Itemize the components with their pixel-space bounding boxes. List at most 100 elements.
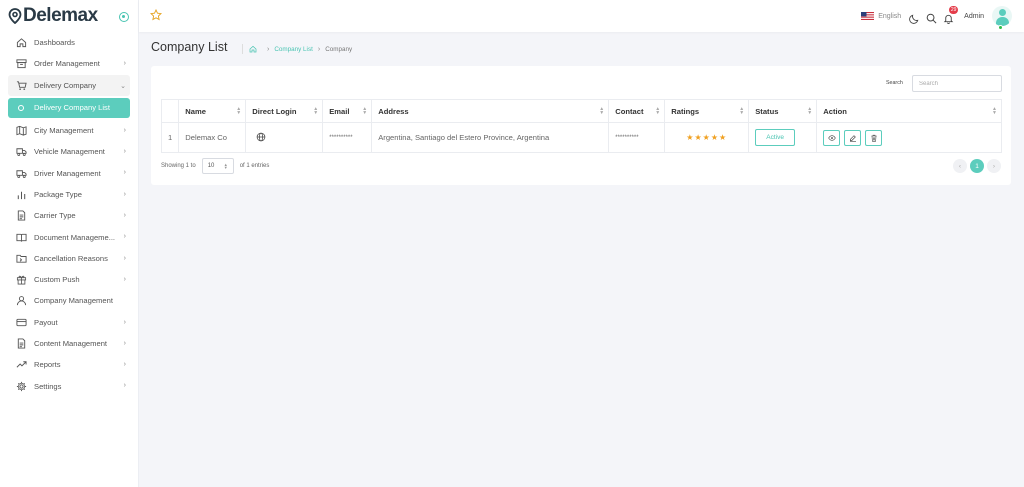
showing-prefix: Showing 1 to bbox=[161, 163, 196, 169]
column-header-label: Contact bbox=[615, 106, 644, 116]
sidebar-item-document-management[interactable]: Document Manageme... › bbox=[0, 226, 138, 247]
page-length-value: 10 bbox=[207, 163, 215, 169]
breadcrumb-separator: › bbox=[267, 45, 270, 53]
chevron-right-icon: › bbox=[123, 169, 126, 177]
sidebar-item-delivery-company[interactable]: Delivery Company ⌄ bbox=[8, 74, 130, 96]
sidebar-item-label: Payout bbox=[34, 317, 58, 327]
cart-icon bbox=[16, 80, 27, 91]
column-header-action[interactable]: Action ▲ ▼ bbox=[816, 99, 1002, 123]
column-header-address[interactable]: Address ▲ ▼ bbox=[371, 99, 610, 123]
sidebar-item-content-management[interactable]: Content Management › bbox=[0, 333, 138, 354]
brand-logo[interactable]: Delemax bbox=[8, 5, 98, 27]
chevron-right-icon: › bbox=[123, 212, 126, 220]
view-button[interactable] bbox=[823, 129, 841, 146]
document-icon bbox=[16, 338, 27, 349]
cell-ratings: ★★★★★ bbox=[664, 122, 750, 153]
sort-icon: ▲ ▼ bbox=[362, 106, 368, 116]
page-title: Company List bbox=[151, 40, 228, 54]
sidebar-item-dashboards[interactable]: Dashboards bbox=[0, 32, 138, 53]
avatar[interactable] bbox=[992, 6, 1012, 26]
chevron-right-icon: › bbox=[123, 339, 126, 347]
card-icon bbox=[16, 317, 27, 328]
edit-icon bbox=[849, 134, 856, 142]
delete-button[interactable] bbox=[865, 129, 883, 146]
sidebar-item-reports[interactable]: Reports › bbox=[0, 354, 138, 375]
breadcrumb-separator: › bbox=[317, 45, 321, 53]
column-header-ratings[interactable]: Ratings ▲ ▼ bbox=[664, 99, 750, 123]
rating-stars: ★★★★★ bbox=[686, 133, 728, 142]
sidebar-item-cancellation-reasons[interactable]: Cancellation Reasons › bbox=[0, 248, 138, 269]
table-header-row: Name ▲ ▼ Direct Login ▲ ▼ Email ▲ ▼ Address ▲ ▼ … bbox=[160, 99, 1002, 123]
search-input[interactable] bbox=[912, 75, 1002, 92]
user-icon bbox=[16, 295, 27, 306]
sidebar-toggle-button[interactable] bbox=[119, 12, 129, 22]
sidebar-item-carrier-type[interactable]: Carrier Type › bbox=[0, 205, 138, 226]
sidebar-item-vehicle-management[interactable]: Vehicle Management › bbox=[0, 141, 138, 162]
truck-icon bbox=[16, 146, 27, 157]
cell-email: ********** bbox=[322, 122, 373, 153]
column-header-status[interactable]: Status ▲ ▼ bbox=[748, 99, 818, 123]
column-header-name[interactable]: Name ▲ ▼ bbox=[178, 99, 247, 123]
sort-icon: ▲ ▼ bbox=[992, 106, 997, 116]
cell-address: Argentina, Santiago del Estero Province,… bbox=[371, 122, 610, 153]
truck-icon bbox=[16, 168, 27, 179]
sort-icon: ▲ ▼ bbox=[599, 106, 605, 116]
chevron-right-icon: › bbox=[123, 275, 126, 283]
language-selector[interactable]: English bbox=[878, 13, 901, 20]
sidebar-item-driver-management[interactable]: Driver Management › bbox=[0, 162, 138, 183]
column-header-label: Email bbox=[329, 106, 350, 116]
globe-icon[interactable] bbox=[256, 132, 266, 142]
next-page-button[interactable]: › bbox=[987, 159, 1001, 173]
showing-suffix: of 1 entries bbox=[239, 163, 270, 169]
chevron-right-icon: › bbox=[123, 126, 126, 134]
column-header-label: Status bbox=[755, 106, 779, 116]
column-header-email[interactable]: Email ▲ ▼ bbox=[322, 99, 373, 123]
chevron-right-icon: › bbox=[992, 162, 996, 170]
sidebar-item-package-type[interactable]: Package Type › bbox=[0, 184, 138, 205]
sidebar-item-label: Content Management bbox=[34, 339, 108, 348]
location-pin-icon bbox=[8, 8, 22, 24]
chevron-right-icon: › bbox=[123, 254, 126, 262]
star-icon[interactable] bbox=[150, 9, 162, 21]
status-badge[interactable]: Active bbox=[755, 129, 795, 146]
column-header-direct-login[interactable]: Direct Login ▲ ▼ bbox=[245, 99, 324, 123]
column-header-contact[interactable]: Contact ▲ ▼ bbox=[608, 99, 666, 123]
sidebar-item-label: Settings bbox=[34, 381, 62, 391]
chevron-right-icon: › bbox=[123, 190, 126, 198]
sidebar-item-label: City Management bbox=[34, 126, 94, 136]
table-footer-info: Showing 1 to 10 ▲ ▼ of 1 entries bbox=[161, 158, 269, 174]
page-length-select[interactable]: 10 ▲ ▼ bbox=[201, 158, 234, 174]
pagination: ‹ 1 › bbox=[950, 159, 1001, 173]
user-name[interactable]: Admin bbox=[964, 13, 984, 20]
chart-icon bbox=[16, 189, 27, 200]
archive-icon bbox=[16, 58, 27, 69]
sort-icon: ▲ ▼ bbox=[236, 106, 242, 116]
sidebar-item-settings[interactable]: Settings › bbox=[0, 375, 138, 396]
chevron-right-icon: › bbox=[123, 60, 126, 68]
sidebar-item-payout[interactable]: Payout › bbox=[0, 312, 138, 333]
bell-icon[interactable]: 29 bbox=[943, 5, 959, 24]
sidebar-item-company-management[interactable]: Company Management bbox=[0, 290, 138, 311]
breadcrumb-link[interactable]: Company List bbox=[274, 46, 313, 53]
edit-button[interactable] bbox=[844, 129, 862, 146]
page-button-current[interactable]: 1 bbox=[970, 159, 984, 173]
sidebar-item-label: Reports bbox=[34, 360, 61, 370]
column-header-label: Direct Login bbox=[252, 106, 297, 116]
header-actions: English 29 Admin bbox=[861, 5, 1012, 30]
sidebar-item-delivery-company-list[interactable]: Delivery Company List bbox=[8, 97, 130, 118]
sidebar-item-label: Order Management bbox=[34, 59, 100, 69]
gift-icon bbox=[16, 274, 27, 285]
cell-direct-login bbox=[245, 122, 324, 153]
prev-page-button[interactable]: ‹ bbox=[953, 159, 967, 173]
sidebar-item-label: Company Management bbox=[34, 296, 113, 306]
sidebar-item-city-management[interactable]: City Management › bbox=[0, 120, 138, 141]
search-icon[interactable] bbox=[926, 11, 937, 23]
company-list-card: Search Name ▲▼ Direct Login ▲▼ Email ▲▼ Add… bbox=[151, 66, 1011, 185]
sidebar-item-custom-push[interactable]: Custom Push › bbox=[0, 269, 138, 290]
home-icon bbox=[16, 37, 27, 48]
home-icon[interactable] bbox=[249, 45, 257, 53]
sidebar-item-order-management[interactable]: Order Management › bbox=[0, 53, 138, 74]
moon-icon[interactable] bbox=[909, 11, 920, 24]
us-flag-icon[interactable] bbox=[861, 12, 875, 20]
sidebar: Delemax Dashboards Order Management › De… bbox=[0, 0, 139, 487]
